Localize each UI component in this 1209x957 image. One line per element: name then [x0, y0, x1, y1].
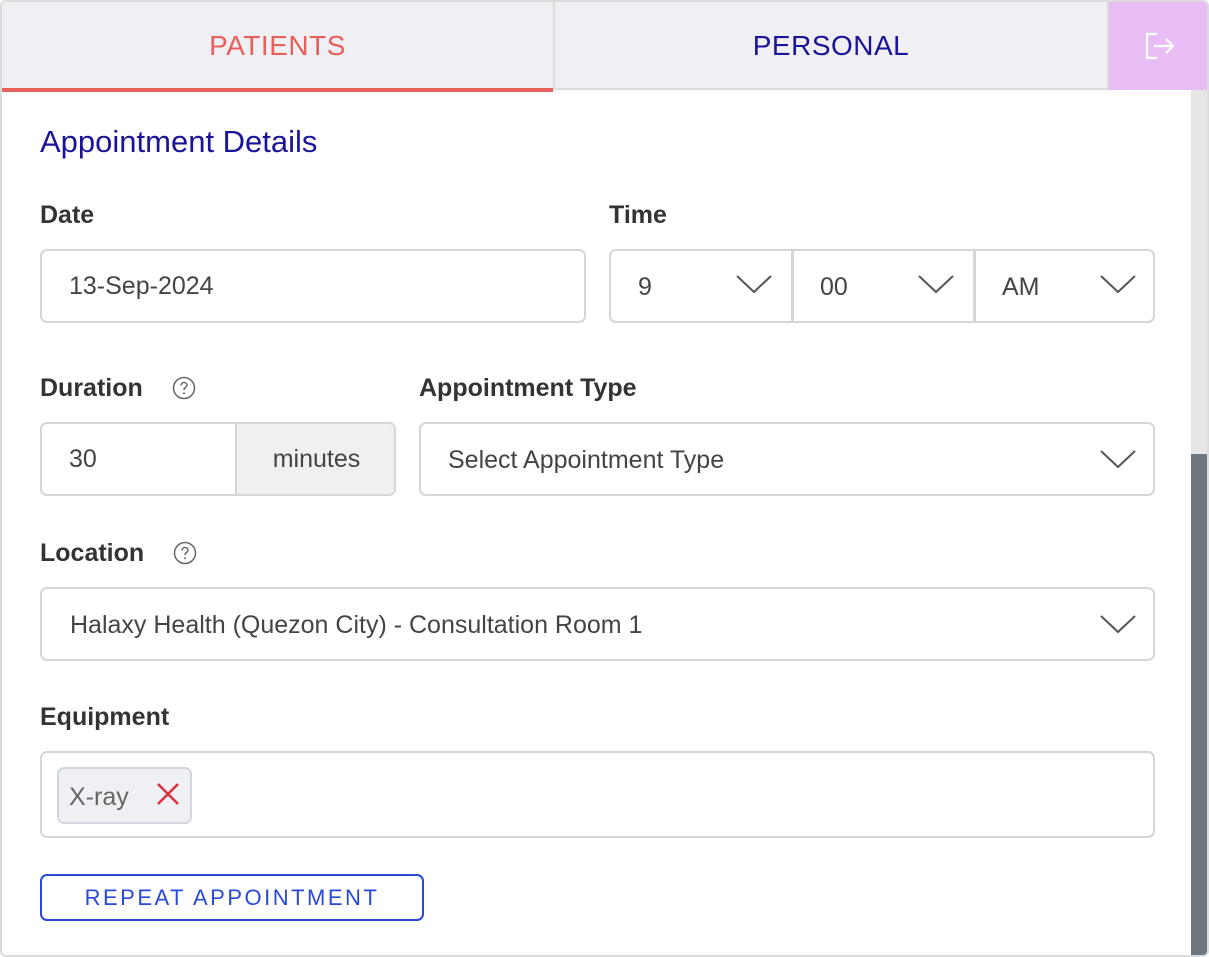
- hour-value: 9: [638, 273, 652, 301]
- minute-value: 00: [820, 273, 848, 301]
- chevron-down-icon: [736, 275, 772, 294]
- time-picker: 9 00 AM: [609, 249, 1155, 323]
- logout-icon: [1145, 32, 1175, 60]
- date-label: Date: [40, 201, 95, 229]
- repeat-appointment-button[interactable]: REPEAT APPOINTMENT: [40, 874, 424, 921]
- chip-label: X-ray: [69, 783, 129, 811]
- time-label: Time: [609, 201, 667, 229]
- scrollbar-thumb[interactable]: [1191, 454, 1207, 955]
- hour-select[interactable]: 9: [611, 251, 791, 321]
- tab-personal[interactable]: PERSONAL: [555, 2, 1109, 90]
- date-input[interactable]: 13-Sep-2024: [40, 249, 586, 323]
- chevron-down-icon: [1100, 615, 1136, 634]
- appointment-type-select[interactable]: Select Appointment Type: [419, 422, 1155, 496]
- chevron-down-icon: [1100, 275, 1136, 294]
- chevron-down-icon: [1100, 450, 1136, 469]
- equipment-input[interactable]: [40, 751, 1155, 838]
- period-value: AM: [1002, 273, 1040, 301]
- duration-unit: minutes: [235, 424, 394, 494]
- duration-label: Duration: [40, 374, 143, 402]
- location-label: Location: [40, 539, 145, 567]
- appointment-type-placeholder: Select Appointment Type: [448, 446, 725, 474]
- equipment-label: Equipment: [40, 703, 170, 731]
- duration-input[interactable]: 30: [69, 445, 97, 474]
- section-title: Appointment Details: [40, 124, 318, 159]
- appointment-type-label: Appointment Type: [419, 374, 637, 402]
- help-circle-icon[interactable]: [172, 376, 196, 400]
- equipment-chip: X-ray: [57, 767, 192, 824]
- duration-field: 30 minutes: [40, 422, 396, 496]
- chevron-down-icon: [918, 275, 954, 294]
- help-circle-icon[interactable]: [173, 541, 197, 565]
- appointment-panel: PATIENTS PERSONAL Appointment Details Da…: [0, 0, 1209, 957]
- period-select[interactable]: AM: [976, 251, 1153, 321]
- remove-chip-icon[interactable]: [155, 781, 181, 807]
- date-value: 13-Sep-2024: [69, 272, 214, 300]
- minute-select[interactable]: 00: [794, 251, 973, 321]
- logout-button[interactable]: [1109, 2, 1207, 90]
- location-value: Halaxy Health (Quezon City) - Consultati…: [70, 611, 643, 639]
- tab-bar: PATIENTS PERSONAL: [2, 2, 1207, 92]
- tab-patients[interactable]: PATIENTS: [2, 2, 555, 92]
- location-select[interactable]: Halaxy Health (Quezon City) - Consultati…: [40, 587, 1155, 661]
